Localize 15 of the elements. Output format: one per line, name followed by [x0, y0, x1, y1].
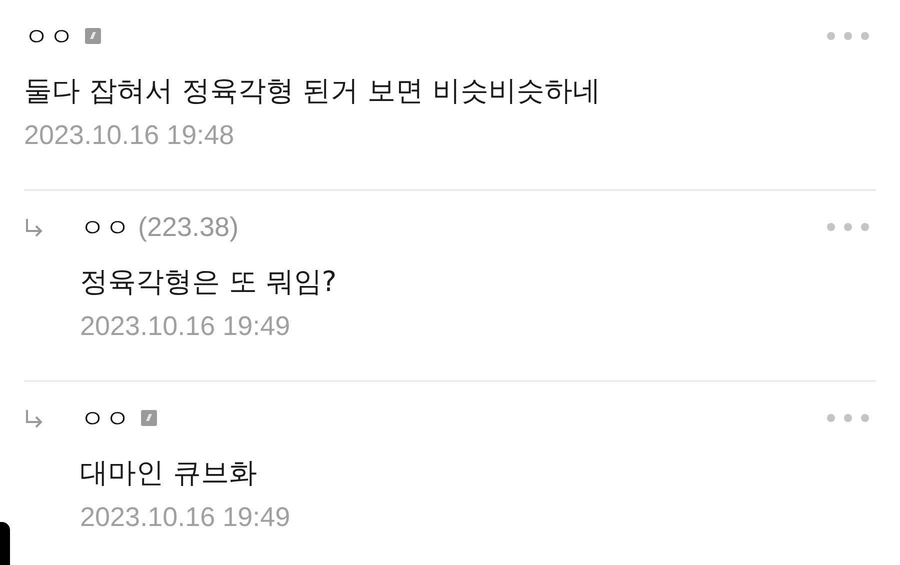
reply-arrow-icon	[24, 408, 44, 428]
author-name: ㅇㅇ	[80, 402, 130, 434]
comment-date: 2023.10.16 19:49	[80, 502, 292, 533]
reply-arrow-icon	[24, 217, 44, 237]
author-name: ㅇㅇ	[80, 212, 130, 244]
more-icon[interactable]	[826, 222, 870, 232]
comment-date: 2023.10.16 19:48	[24, 120, 236, 151]
author-name: ㅇㅇ	[24, 20, 74, 52]
comment-text: 대마인 큐브화	[80, 455, 258, 491]
ip-address: (223.38)	[138, 212, 239, 242]
comment-text: 정육각형은 또 뭐임?	[80, 264, 338, 300]
comment-text: 둘다 잡혀서 정육각형 된거 보면 비슷비슷하네	[24, 73, 602, 109]
comment-date: 2023.10.16 19:49	[80, 311, 292, 342]
more-icon[interactable]	[826, 31, 870, 41]
more-icon[interactable]	[826, 413, 870, 423]
